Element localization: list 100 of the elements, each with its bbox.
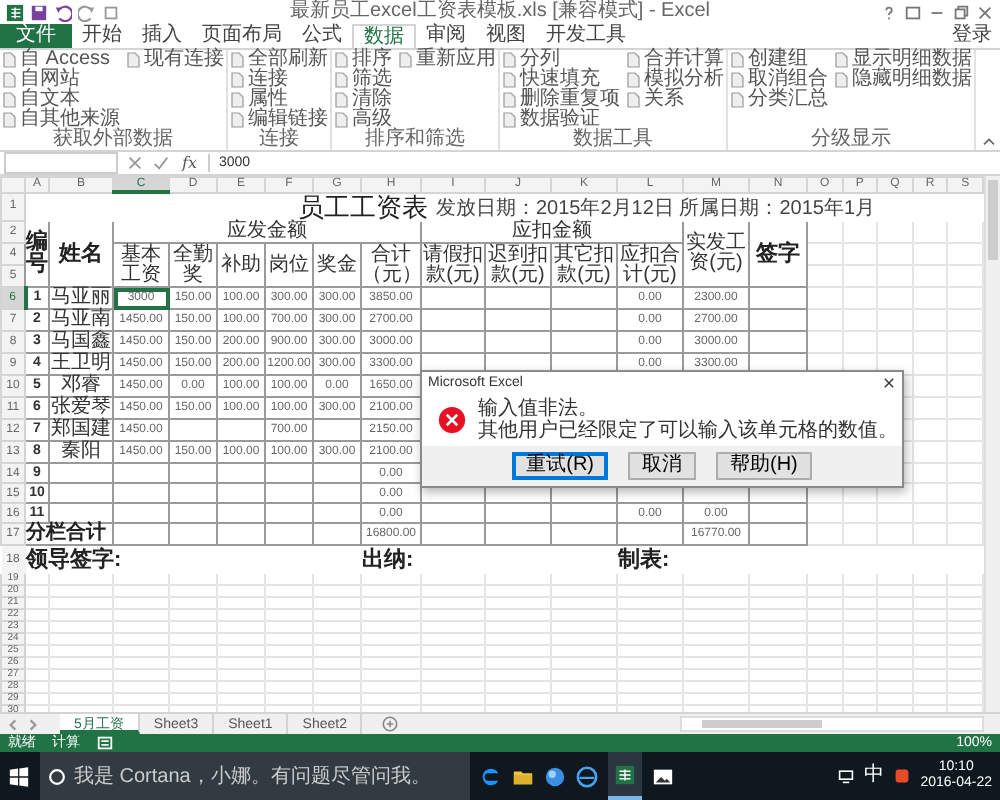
scrollbar[interactable] bbox=[984, 176, 1000, 712]
table-cell: 张爱琴 bbox=[49, 397, 113, 419]
ribbon-tab[interactable]: 数据 bbox=[352, 24, 416, 48]
error-icon bbox=[438, 406, 466, 434]
save-icon[interactable] bbox=[30, 3, 48, 21]
ribbon-button[interactable]: 显示明细数据 bbox=[834, 50, 972, 70]
table-header: 基本工资 bbox=[113, 243, 169, 287]
dialog-button[interactable]: 重试(R) bbox=[512, 452, 608, 480]
table-cell: 马国鑫 bbox=[49, 331, 113, 353]
scrollbar[interactable] bbox=[680, 716, 984, 732]
table-header: 姓名 bbox=[49, 221, 113, 287]
table-header: 实发工资(元) bbox=[683, 221, 749, 287]
sheet-title: 员工工资表 bbox=[298, 194, 428, 220]
ribbon-button[interactable]: 筛选 bbox=[334, 70, 392, 90]
ribbon-button[interactable]: 创建组 bbox=[730, 50, 828, 70]
ribbon-button[interactable]: 自文本 bbox=[2, 90, 120, 110]
ribbon-display-icon[interactable] bbox=[904, 3, 922, 21]
ribbon-button[interactable]: 分类汇总 bbox=[730, 90, 828, 110]
search-field[interactable]: 我是 Cortana，小娜。有问题尽管问我。 bbox=[40, 752, 470, 800]
spreadsheet-icon[interactable] bbox=[614, 763, 636, 785]
ribbon-button[interactable]: 合并计算 bbox=[626, 50, 724, 70]
table-header: 合计（元） bbox=[361, 243, 421, 287]
table-cell: 王卫明 bbox=[49, 353, 113, 375]
ribbon-button[interactable]: 属性 bbox=[230, 90, 328, 110]
table-header: 请假扣款(元) bbox=[421, 243, 485, 287]
ribbon-button[interactable]: 隐藏明细数据 bbox=[834, 70, 972, 90]
ribbon-button[interactable]: 连接 bbox=[230, 70, 328, 90]
ribbon-button[interactable]: 自其他来源 bbox=[2, 110, 120, 130]
insert-function-button[interactable]: fx bbox=[178, 154, 201, 172]
group-label: 分级显示 bbox=[809, 130, 893, 150]
ribbon-button[interactable]: 快速填充 bbox=[502, 70, 620, 90]
add-sheet-icon[interactable] bbox=[382, 716, 399, 732]
date-info: 发放日期：2015年2月12日 所属日期：2015年1月 bbox=[436, 200, 876, 220]
undo-icon[interactable] bbox=[54, 3, 72, 21]
table-cell: 邓睿 bbox=[49, 375, 113, 397]
redo-icon[interactable] bbox=[78, 3, 96, 21]
ball-icon[interactable] bbox=[576, 765, 598, 787]
close-icon[interactable] bbox=[882, 376, 896, 390]
ribbon-tab[interactable]: 插入 bbox=[132, 24, 192, 48]
check-icon[interactable] bbox=[152, 154, 170, 172]
ribbon-button[interactable]: 自网站 bbox=[2, 70, 120, 90]
network-icon[interactable] bbox=[838, 768, 855, 784]
table-cell: 秦阳 bbox=[49, 441, 113, 463]
group-label: 连接 bbox=[257, 130, 301, 150]
table-cell: 分栏合计 bbox=[25, 523, 113, 545]
dialog-button[interactable]: 帮助(H) bbox=[716, 452, 812, 480]
page-icon bbox=[126, 52, 140, 68]
ribbon-button[interactable]: 清除 bbox=[334, 90, 392, 110]
app-tray-icon[interactable] bbox=[894, 768, 911, 784]
table-header: 岗位 bbox=[265, 243, 313, 287]
browser-icon[interactable] bbox=[480, 765, 502, 787]
collapse-icon[interactable] bbox=[982, 136, 996, 146]
ribbon-button[interactable]: 全部刷新 bbox=[230, 50, 328, 70]
customize-icon[interactable] bbox=[102, 3, 120, 21]
ribbon-tab[interactable]: 视图 bbox=[476, 24, 536, 48]
table-cell: 郑国建 bbox=[49, 419, 113, 441]
ribbon-button[interactable]: 取消组合 bbox=[730, 70, 828, 90]
table-header: 应扣合计(元) bbox=[617, 243, 683, 287]
ribbon-button[interactable]: 现有连接 bbox=[126, 50, 224, 70]
ribbon-tab[interactable]: 开始 bbox=[72, 24, 132, 48]
ribbon-tab[interactable]: 审阅 bbox=[416, 24, 476, 48]
restore-icon[interactable] bbox=[952, 3, 970, 21]
ribbon-tab[interactable]: 文件 bbox=[0, 24, 72, 48]
ribbon-tab[interactable]: 公式 bbox=[292, 24, 352, 48]
macro-icon[interactable] bbox=[96, 734, 114, 752]
ribbon-tab[interactable]: 页面布局 bbox=[192, 24, 292, 48]
table-header: 签字 bbox=[749, 221, 807, 287]
table-header: 其它扣款(元) bbox=[551, 243, 617, 287]
table-header: 全勤奖 bbox=[169, 243, 217, 287]
globe-icon[interactable] bbox=[544, 765, 566, 787]
sign-in-link[interactable]: 登录 bbox=[944, 24, 1000, 48]
ribbon-button[interactable]: 分列 bbox=[502, 50, 620, 70]
cancel-icon[interactable] bbox=[126, 154, 144, 172]
ribbon-button[interactable]: 数据验证 bbox=[502, 110, 620, 130]
circle-icon bbox=[48, 767, 66, 785]
ribbon-button[interactable]: 删除重复项 bbox=[502, 90, 620, 110]
ribbon-button[interactable]: 重新应用 bbox=[398, 50, 496, 70]
table-header: 应扣金额 bbox=[421, 221, 683, 243]
table-cell: 马亚丽 bbox=[49, 287, 113, 309]
ribbon-button[interactable]: 自 Access bbox=[2, 50, 120, 70]
next-sheet-icon[interactable] bbox=[26, 717, 40, 731]
ribbon-button[interactable]: 高级 bbox=[334, 110, 392, 130]
signature-label: 制表: bbox=[618, 547, 670, 571]
dialog-button[interactable]: 取消 bbox=[628, 452, 696, 480]
table-header: 迟到扣款(元) bbox=[485, 243, 551, 287]
input-method-indicator[interactable]: 中 bbox=[864, 766, 885, 786]
ribbon-button[interactable]: 排序 bbox=[334, 50, 392, 70]
ribbon-button[interactable]: 关系 bbox=[626, 90, 724, 110]
group-label: 获取外部数据 bbox=[51, 130, 175, 150]
help-icon[interactable] bbox=[880, 3, 898, 21]
table-header: 奖金 bbox=[313, 243, 361, 287]
ribbon-tab[interactable]: 开发工具 bbox=[536, 24, 636, 48]
previous-sheet-icon[interactable] bbox=[6, 717, 20, 731]
ribbon-button[interactable]: 编辑链接 bbox=[230, 110, 328, 130]
table-header: 应发金额 bbox=[113, 221, 421, 243]
ribbon-button[interactable]: 模拟分析 bbox=[626, 70, 724, 90]
signature-label: 出纳: bbox=[362, 547, 414, 571]
windows-icon[interactable] bbox=[8, 765, 30, 787]
group-label: 数据工具 bbox=[571, 130, 655, 150]
image-icon[interactable] bbox=[652, 765, 674, 787]
